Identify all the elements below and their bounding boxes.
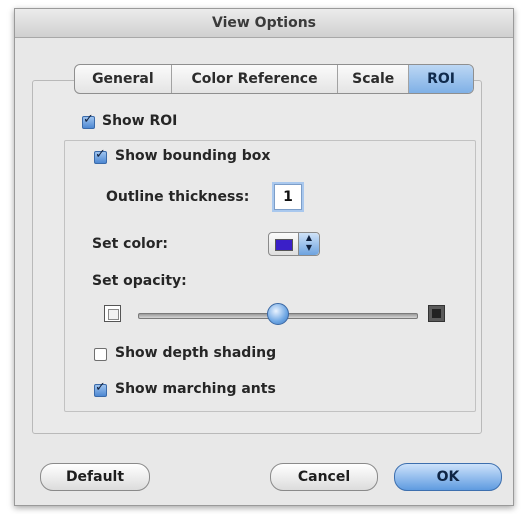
color-swatch bbox=[275, 239, 293, 251]
default-button[interactable]: Default bbox=[40, 463, 150, 491]
transparent-square-icon bbox=[104, 305, 121, 322]
window-title: View Options bbox=[211, 15, 317, 31]
show-bounding-box-label: Show bounding box bbox=[115, 148, 271, 164]
title-bar[interactable]: View Options bbox=[15, 9, 513, 38]
show-depth-shading-checkbox[interactable] bbox=[94, 348, 107, 361]
cancel-button[interactable]: Cancel bbox=[270, 463, 378, 491]
color-popup[interactable]: ▲ ▼ bbox=[268, 232, 320, 256]
show-bounding-box-checkbox[interactable]: ✓ bbox=[94, 147, 107, 164]
opaque-square-icon bbox=[428, 305, 445, 322]
tab-color-reference[interactable]: Color Reference bbox=[172, 65, 339, 93]
show-depth-shading-label: Show depth shading bbox=[115, 345, 277, 361]
ok-button[interactable]: OK bbox=[394, 463, 502, 491]
show-roi-label: Show ROI bbox=[102, 113, 178, 129]
checkmark-icon: ✓ bbox=[95, 147, 106, 162]
outline-thickness-field[interactable]: 1 bbox=[274, 184, 302, 210]
checkmark-icon: ✓ bbox=[95, 380, 106, 395]
show-marching-ants-checkbox[interactable]: ✓ bbox=[94, 380, 107, 397]
tab-roi[interactable]: ROI bbox=[409, 65, 473, 93]
tab-bar: General Color Reference Scale ROI bbox=[74, 64, 474, 94]
show-marching-ants-label: Show marching ants bbox=[115, 381, 276, 397]
outline-thickness-label: Outline thickness: bbox=[106, 189, 250, 205]
checkmark-icon: ✓ bbox=[83, 112, 94, 127]
popup-arrows-icon: ▲ ▼ bbox=[298, 233, 319, 255]
tab-scale[interactable]: Scale bbox=[338, 65, 410, 93]
show-roi-checkbox[interactable]: ✓ bbox=[82, 112, 95, 129]
set-color-label: Set color: bbox=[92, 236, 168, 252]
set-opacity-label: Set opacity: bbox=[92, 273, 187, 289]
tab-general[interactable]: General bbox=[75, 65, 172, 93]
opacity-slider-knob[interactable] bbox=[267, 303, 289, 325]
